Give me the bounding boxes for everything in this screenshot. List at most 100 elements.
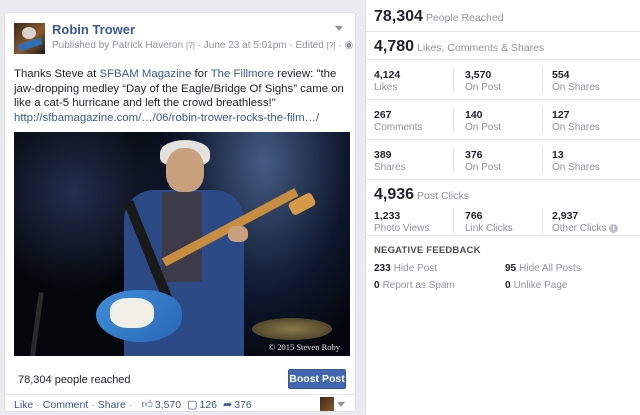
- edited-label[interactable]: Edited: [296, 40, 324, 51]
- people-reached-summary[interactable]: 78,304 people reached: [18, 374, 131, 386]
- column-separator: [453, 106, 454, 134]
- post-clicks-row: 4,936 Post Clicks: [366, 180, 640, 208]
- the-fillmore-link[interactable]: The Fillmore: [211, 68, 274, 80]
- stat-label: Comments: [374, 122, 423, 133]
- page-name-link[interactable]: Robin Trower: [52, 22, 135, 37]
- people-reached-stat: 78,304 People Reached: [374, 8, 504, 26]
- post-options-chevron-icon[interactable]: [332, 25, 346, 35]
- comments-count-value: 126: [199, 398, 218, 411]
- like-link[interactable]: Like: [14, 399, 33, 411]
- stat-label: On Post: [465, 82, 502, 93]
- stat-value: 2,937: [552, 210, 579, 222]
- stat-label: Unlike Page: [513, 280, 568, 291]
- share-arrow-icon: ➦: [223, 399, 233, 411]
- column-separator: [542, 106, 543, 134]
- reach-row: 78,304 People Reached: [366, 0, 640, 32]
- stat-value: 13: [552, 149, 564, 161]
- post-as-selector[interactable]: [320, 397, 345, 411]
- engagement-label: Likes, Comments & Shares: [417, 42, 545, 54]
- clicks-breakdown-row: 1,233 Photo Views 766 Link Clicks 2,937 Oth…: [366, 206, 640, 236]
- likes-row: 4,124 Likes 3,570 On Post 554 On Shares: [366, 60, 640, 100]
- stat-cell: 766 Link Clicks: [465, 210, 551, 234]
- post-meta: Published by Patrick Haveron [?] · June …: [52, 40, 353, 51]
- stat-value: 554: [552, 69, 570, 81]
- comment-bubble-icon: ▢: [187, 399, 198, 411]
- column-separator: [542, 146, 543, 174]
- stat-cell: 4,124 Likes: [374, 69, 460, 93]
- comment-link[interactable]: Comment: [43, 399, 89, 411]
- stat-label: Link Clicks: [465, 223, 513, 234]
- page-avatar[interactable]: [14, 23, 45, 54]
- stat-label: Likes: [374, 82, 398, 93]
- people-reached-value: 78,304: [374, 8, 423, 25]
- negative-feedback-title: NEGATIVE FEEDBACK: [374, 245, 481, 256]
- engagement-stat: 4,780 Likes, Comments & Shares: [374, 38, 544, 56]
- boost-post-button[interactable]: Boost Post: [288, 369, 346, 389]
- stat-value: 0: [505, 280, 511, 291]
- stat-value: 766: [465, 210, 483, 222]
- column-separator: [542, 66, 543, 94]
- likes-count[interactable]: 👍︎ 3,570: [141, 398, 182, 412]
- stat-label: On Post: [465, 162, 502, 173]
- stat-label: On Shares: [552, 82, 600, 93]
- post-header: Robin Trower Published by Patrick Havero…: [14, 22, 353, 58]
- stat-cell: 3,570 On Post: [465, 69, 551, 93]
- action-separator: ·: [91, 398, 95, 411]
- stat-label: Hide All Posts: [519, 263, 581, 274]
- divider: [5, 394, 355, 395]
- engagement-value: 4,780: [374, 38, 415, 55]
- post-card: Robin Trower Published by Patrick Havero…: [4, 12, 356, 412]
- stat-label: Report as Spam: [382, 280, 455, 291]
- stat-label: Photo Views: [374, 223, 430, 234]
- shares-count[interactable]: ➦ 376: [223, 398, 252, 412]
- stat-value: 233: [374, 263, 391, 274]
- published-by[interactable]: Published by Patrick Haveron: [52, 40, 183, 51]
- stat-value: 389: [374, 149, 392, 161]
- stat-value: 376: [465, 149, 483, 161]
- hide-all-posts-stat: 95 Hide All Posts: [505, 263, 581, 274]
- likes-count-value: 3,570: [154, 398, 182, 411]
- share-link[interactable]: Share: [98, 399, 126, 411]
- stat-value: 140: [465, 109, 483, 121]
- hide-post-stat: 233 Hide Post: [374, 263, 437, 274]
- stat-cell: 389 Shares: [374, 149, 460, 173]
- globe-icon: ◉: [344, 40, 354, 51]
- stat-cell: 376 On Post: [465, 149, 551, 173]
- photo-credit: © 2015 Steven Roby: [268, 342, 340, 352]
- stat-value: 1,233: [374, 210, 401, 222]
- stat-cell: 13 On Shares: [552, 149, 638, 173]
- shares-row: 389 Shares 376 On Post 13 On Shares: [366, 140, 640, 180]
- people-reached-label: People Reached: [425, 12, 504, 24]
- post-photo[interactable]: © 2015 Steven Roby: [14, 132, 350, 356]
- sfbam-magazine-link[interactable]: SFBAM Magazine: [99, 68, 191, 80]
- comments-row: 267 Comments 140 On Post 127 On Shares: [366, 100, 640, 140]
- post-actions: Like · Comment · Share · 👍︎ 3,570 ▢ 126 ➦ 3…: [14, 398, 252, 412]
- stat-value: 127: [552, 109, 570, 121]
- stat-cell: 554 On Shares: [552, 69, 638, 93]
- post-text-segment: Thanks Steve at: [14, 68, 100, 80]
- stat-value: 267: [374, 109, 392, 121]
- stat-label: Other Clicks i: [552, 223, 638, 234]
- info-icon[interactable]: i: [609, 224, 619, 233]
- column-separator: [453, 146, 454, 174]
- stat-value: 0: [374, 280, 380, 291]
- help-icon[interactable]: [?]: [327, 41, 336, 50]
- post-clicks-value: 4,936: [374, 186, 415, 203]
- page-avatar-small: [320, 397, 334, 411]
- column-separator: [453, 208, 454, 234]
- stat-cell: 2,937 Other Clicks i: [552, 210, 638, 234]
- column-separator: [453, 66, 454, 94]
- post-date[interactable]: June 23 at 5:01pm: [204, 40, 287, 51]
- insights-panel: 78,304 People Reached 4,780 Likes, Comment…: [365, 0, 640, 415]
- page: Robin Trower Published by Patrick Havero…: [0, 0, 640, 415]
- comments-count[interactable]: ▢ 126: [187, 398, 218, 412]
- stat-label: Shares: [374, 162, 406, 173]
- engagement-row: 4,780 Likes, Comments & Shares: [366, 32, 640, 60]
- stat-cell: 267 Comments: [374, 109, 460, 133]
- chevron-down-icon: [337, 401, 345, 407]
- stat-label: Hide Post: [393, 263, 438, 274]
- help-icon[interactable]: [?]: [186, 41, 195, 50]
- article-url-link[interactable]: http://sfbamagazine.com/…/06/robin-trowe…: [14, 112, 319, 124]
- unlike-page-stat: 0 Unlike Page: [505, 280, 567, 291]
- thumbs-up-icon: 👍︎: [141, 399, 153, 411]
